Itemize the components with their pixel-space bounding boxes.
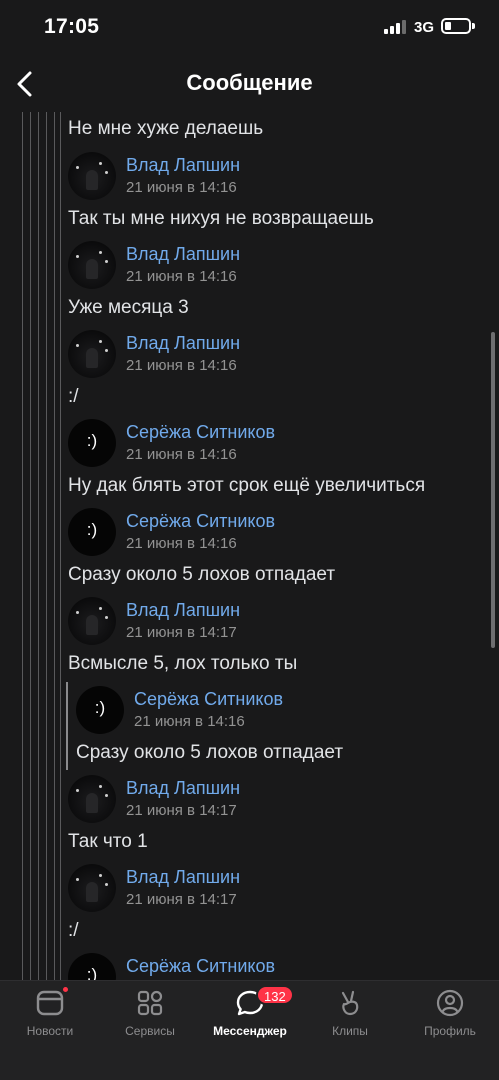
tab-profile[interactable]: Профиль xyxy=(400,981,499,1051)
message-date: 21 июня в 14:17 xyxy=(126,624,237,641)
status-time: 17:05 xyxy=(44,15,100,38)
author-name[interactable]: Влад Лапшин xyxy=(126,600,240,621)
status-bar: 17:05 3G xyxy=(0,0,499,56)
message-date: 21 июня в 14:16 xyxy=(126,535,237,552)
message-author[interactable]: :) Серёжа Ситников 21 июня в 14:16 xyxy=(68,419,468,471)
cellular-signal-icon xyxy=(384,20,408,34)
message-date: 21 июня в 14:16 xyxy=(126,357,237,374)
avatar[interactable] xyxy=(68,330,116,378)
scrollbar[interactable] xyxy=(491,332,495,648)
avatar-smile-text: :) xyxy=(86,520,98,539)
clips-icon xyxy=(336,989,364,1017)
author-name[interactable]: Серёжа Ситников xyxy=(134,689,283,710)
forwarded-thread[interactable]: Не мне хуже делаешь Влад Лапшин 21 июня … xyxy=(0,112,499,980)
message-text: Уже месяца 3 xyxy=(68,297,189,318)
avatar[interactable]: :) xyxy=(68,953,116,980)
tab-label: Сервисы xyxy=(125,1024,175,1038)
message-date: 21 июня в 14:16 xyxy=(126,179,237,196)
tab-services[interactable]: Сервисы xyxy=(100,981,200,1051)
quoted-message-text: Сразу около 5 лохов отпадает xyxy=(76,742,344,763)
message-date: 21 июня в 14:16 xyxy=(126,268,237,285)
author-name[interactable]: Влад Лапшин xyxy=(126,155,240,176)
tab-messenger[interactable]: 132 Мессенджер xyxy=(200,981,300,1051)
message-text: Ну дак блять этот срок ещё увеличиться xyxy=(68,475,426,496)
author-name[interactable]: Серёжа Ситников xyxy=(126,422,275,443)
author-name[interactable]: Влад Лапшин xyxy=(126,244,240,265)
message-author[interactable]: Влад Лапшин 21 июня в 14:17 xyxy=(68,597,468,649)
message-date: 21 июня в 14:16 xyxy=(126,446,237,463)
message-text: Сразу около 5 лохов отпадает xyxy=(68,564,336,585)
avatar[interactable]: :) xyxy=(68,419,116,467)
tab-label: Профиль xyxy=(424,1024,476,1038)
message-text: Так что 1 xyxy=(68,831,148,852)
avatar-smile-text: :) xyxy=(86,965,98,980)
message-date: 21 июня в 14:17 xyxy=(126,802,237,819)
author-name[interactable]: Влад Лапшин xyxy=(126,333,240,354)
author-name[interactable]: Влад Лапшин xyxy=(126,778,240,799)
message-author[interactable]: Влад Лапшин 21 июня в 14:17 xyxy=(68,864,468,916)
message-text: Так ты мне нихуя не возвращаешь xyxy=(68,208,374,229)
avatar-smile-text: :) xyxy=(94,698,106,717)
message-author[interactable]: Влад Лапшин 21 июня в 14:16 xyxy=(68,241,468,293)
avatar-smile-text: :) xyxy=(86,431,98,450)
services-icon xyxy=(136,989,164,1017)
tab-news[interactable]: Новости xyxy=(0,981,100,1051)
author-name[interactable]: Серёжа Ситников xyxy=(126,511,275,532)
avatar[interactable]: :) xyxy=(76,686,124,734)
avatar[interactable] xyxy=(68,597,116,645)
profile-icon xyxy=(436,989,464,1017)
tab-label: Мессенджер xyxy=(213,1024,287,1038)
message-text: Не мне хуже делаешь xyxy=(68,118,264,139)
author-name[interactable]: Серёжа Ситников xyxy=(126,956,275,977)
page-title: Сообщение xyxy=(186,70,313,95)
tab-clips[interactable]: Клипы xyxy=(300,981,400,1051)
author-name[interactable]: Влад Лапшин xyxy=(126,867,240,888)
battery-icon xyxy=(441,18,471,34)
message-text: :/ xyxy=(68,920,79,941)
message-text: :/ xyxy=(68,386,79,407)
message-date: 21 июня в 14:16 xyxy=(134,713,245,730)
message-author[interactable]: Влад Лапшин 21 июня в 14:17 xyxy=(68,775,468,827)
avatar[interactable]: :) xyxy=(68,508,116,556)
quoted-message-author[interactable]: :) Серёжа Ситников 21 июня в 14:16 xyxy=(76,686,476,738)
unread-badge: 132 xyxy=(256,985,294,1005)
tab-label: Клипы xyxy=(332,1024,368,1038)
message-author[interactable]: Влад Лапшин 21 июня в 14:16 xyxy=(68,330,468,382)
bottom-tab-bar: Новости Сервисы 132 Мессенджер Клипы Про… xyxy=(0,980,499,1080)
battery-tip xyxy=(472,23,475,29)
message-text: Всмысле 5, лох только ты xyxy=(68,653,298,674)
avatar[interactable] xyxy=(68,864,116,912)
quote-bar xyxy=(66,682,68,770)
header: Сообщение xyxy=(0,56,499,112)
avatar[interactable] xyxy=(68,775,116,823)
message-author[interactable]: :) Серёжа Ситников 21 июня в 14:16 xyxy=(68,508,468,560)
avatar[interactable] xyxy=(68,241,116,289)
message-date: 21 июня в 14:17 xyxy=(126,891,237,908)
network-type: 3G xyxy=(414,19,435,36)
news-icon xyxy=(36,989,64,1017)
notification-dot xyxy=(61,985,70,994)
message-author[interactable]: Влад Лапшин 21 июня в 14:16 xyxy=(68,152,468,204)
tab-label: Новости xyxy=(26,1024,74,1038)
avatar[interactable] xyxy=(68,152,116,200)
message-author[interactable]: :) Серёжа Ситников xyxy=(68,953,468,980)
